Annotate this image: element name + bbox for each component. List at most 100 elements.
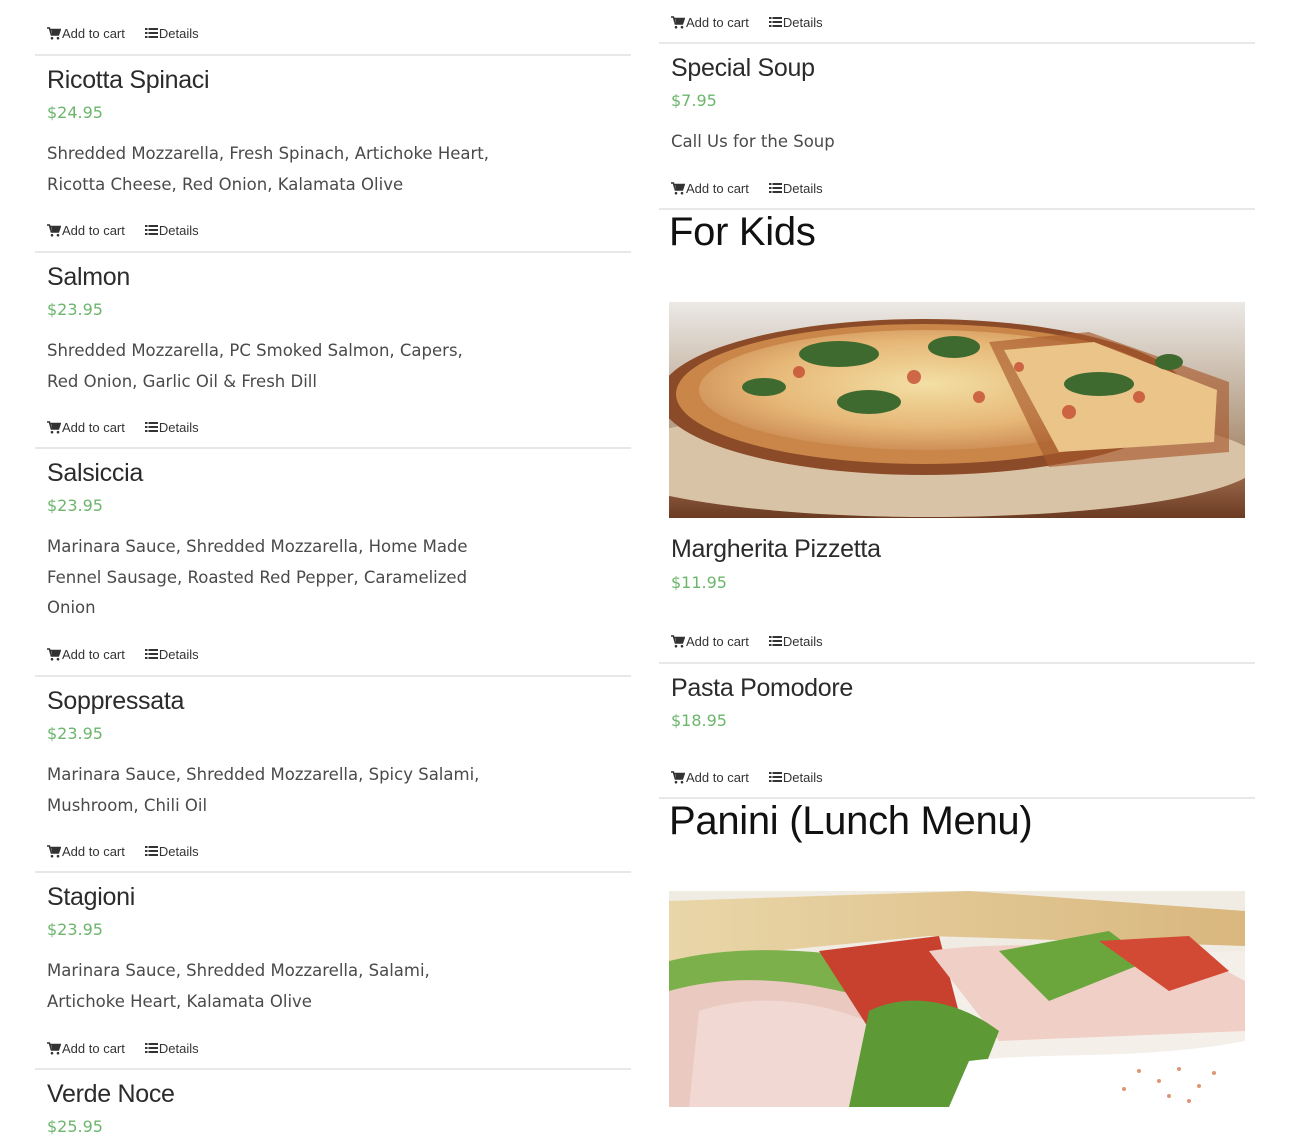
- add-to-cart-button[interactable]: Add to cart: [671, 770, 749, 785]
- cart-icon: [671, 15, 685, 28]
- details-button[interactable]: Details: [144, 1040, 199, 1056]
- details-button[interactable]: Details: [144, 646, 199, 662]
- list-icon: [144, 1043, 158, 1053]
- item-divider: [35, 447, 631, 449]
- item-description: Call Us for the Soup: [671, 132, 835, 151]
- item-description: Marinara Sauce, Shredded Mozzarella, Sal…: [47, 961, 430, 1011]
- item-actions: Add to cart Details: [47, 1038, 199, 1058]
- add-to-cart-button[interactable]: Add to cart: [47, 26, 125, 41]
- item-price: $23.95: [47, 920, 103, 939]
- item-price: $7.95: [671, 91, 717, 110]
- item-divider: [35, 1068, 631, 1070]
- details-label: Details: [158, 646, 199, 662]
- item-price: $23.95: [47, 496, 103, 515]
- details-label: Details: [782, 180, 823, 196]
- details-button[interactable]: Details: [768, 633, 823, 649]
- details-button[interactable]: Details: [768, 770, 823, 785]
- add-to-cart-label: Add to cart: [62, 419, 125, 435]
- item-divider: [35, 675, 631, 677]
- add-to-cart-label: Add to cart: [62, 843, 125, 859]
- item-actions: Add to cart Details: [671, 767, 823, 787]
- details-button[interactable]: Details: [144, 843, 199, 859]
- cart-icon: [47, 26, 61, 39]
- details-button[interactable]: Details: [768, 180, 823, 196]
- item-description: Shredded Mozzarella, Fresh Spinach, Arti…: [47, 144, 489, 194]
- details-label: Details: [782, 633, 823, 649]
- cart-icon: [47, 647, 61, 660]
- list-icon: [144, 846, 158, 856]
- add-to-cart-label: Add to cart: [62, 1040, 125, 1056]
- item-actions: Add to cart Details: [47, 644, 199, 664]
- cart-icon: [671, 634, 685, 647]
- cart-icon: [671, 770, 685, 783]
- item-price: $24.95: [47, 103, 103, 122]
- add-to-cart-button[interactable]: Add to cart: [47, 844, 125, 859]
- add-to-cart-button[interactable]: Add to cart: [47, 1041, 125, 1056]
- item-actions: Add to cart Details: [671, 178, 823, 198]
- item-actions: Add to cart Details: [47, 23, 199, 43]
- add-to-cart-label: Add to cart: [62, 222, 125, 238]
- item-actions: Add to cart Details: [47, 417, 199, 437]
- pizza-photo: [669, 302, 1245, 518]
- cart-icon: [47, 223, 61, 236]
- item-name[interactable]: Ricotta Spinaci: [47, 66, 210, 95]
- item-actions: Add to cart Details: [47, 841, 199, 861]
- details-button[interactable]: Details: [144, 222, 199, 238]
- item-price: $23.95: [47, 724, 103, 743]
- add-to-cart-label: Add to cart: [62, 25, 125, 41]
- item-price: $25.95: [47, 1117, 103, 1136]
- item-price: $11.95: [671, 573, 727, 592]
- details-label: Details: [158, 222, 199, 238]
- details-label: Details: [782, 14, 823, 30]
- add-to-cart-label: Add to cart: [686, 180, 749, 196]
- item-description: Shredded Mozzarella, PC Smoked Salmon, C…: [47, 341, 463, 391]
- item-name[interactable]: Stagioni: [47, 883, 135, 912]
- list-icon: [144, 649, 158, 659]
- item-price: $23.95: [47, 300, 103, 319]
- list-icon: [144, 225, 158, 235]
- details-label: Details: [158, 843, 199, 859]
- item-actions: Add to cart Details: [671, 12, 823, 32]
- item-divider: [35, 54, 631, 56]
- details-label: Details: [158, 1040, 199, 1056]
- add-to-cart-button[interactable]: Add to cart: [671, 181, 749, 196]
- details-label: Details: [158, 419, 199, 435]
- add-to-cart-button[interactable]: Add to cart: [47, 420, 125, 435]
- add-to-cart-button[interactable]: Add to cart: [671, 15, 749, 30]
- item-divider: [35, 251, 631, 253]
- item-name[interactable]: Margherita Pizzetta: [671, 535, 881, 564]
- add-to-cart-label: Add to cart: [686, 769, 749, 785]
- item-name[interactable]: Verde Noce: [47, 1080, 175, 1109]
- add-to-cart-button[interactable]: Add to cart: [671, 634, 749, 649]
- add-to-cart-button[interactable]: Add to cart: [47, 223, 125, 238]
- details-button[interactable]: Details: [768, 14, 823, 30]
- list-icon: [768, 17, 782, 27]
- cart-icon: [47, 1041, 61, 1054]
- item-divider: [35, 871, 631, 873]
- list-icon: [144, 422, 158, 432]
- list-icon: [768, 636, 782, 646]
- item-name[interactable]: Salsiccia: [47, 459, 143, 488]
- add-to-cart-label: Add to cart: [686, 14, 749, 30]
- sandwich-photo: [669, 891, 1245, 1107]
- add-to-cart-button[interactable]: Add to cart: [47, 647, 125, 662]
- item-actions: Add to cart Details: [47, 220, 199, 240]
- add-to-cart-label: Add to cart: [686, 633, 749, 649]
- item-divider: [659, 42, 1255, 44]
- section-title-panini: Panini (Lunch Menu): [669, 799, 1033, 843]
- cart-icon: [47, 420, 61, 433]
- item-price: $18.95: [671, 711, 727, 730]
- item-description: Marinara Sauce, Shredded Mozzarella, Spi…: [47, 765, 480, 815]
- section-title-for-kids: For Kids: [669, 210, 816, 254]
- item-name[interactable]: Pasta Pomodore: [671, 674, 853, 703]
- details-button[interactable]: Details: [144, 25, 199, 41]
- cart-icon: [47, 844, 61, 857]
- details-button[interactable]: Details: [144, 419, 199, 435]
- item-name[interactable]: Soppressata: [47, 687, 184, 716]
- item-name[interactable]: Salmon: [47, 263, 130, 292]
- add-to-cart-label: Add to cart: [62, 646, 125, 662]
- item-name[interactable]: Special Soup: [671, 54, 815, 83]
- list-icon: [768, 772, 782, 782]
- details-label: Details: [158, 25, 199, 41]
- item-description: Marinara Sauce, Shredded Mozzarella, Hom…: [47, 537, 468, 617]
